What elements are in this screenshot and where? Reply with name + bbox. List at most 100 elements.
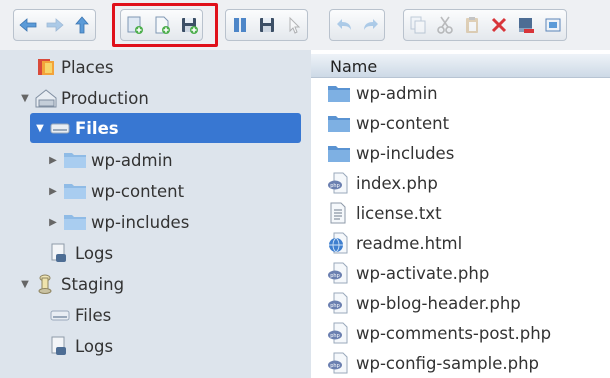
sidebar-item-logs[interactable]: Logs [0,238,311,268]
server-icon [33,87,57,109]
staging-icon [34,273,56,295]
folder-icon [62,149,88,171]
sidebar-item-label: wp-admin [91,150,173,170]
expand-arrow-icon[interactable]: ▶ [48,186,58,197]
redo-button[interactable] [357,10,384,40]
nav-group [13,9,96,41]
sidebar-item-label: Files [75,305,112,325]
properties-button[interactable] [539,10,566,40]
up-icon [74,16,89,34]
sidebar-item-staging-files[interactable]: Files [0,300,311,330]
file-row[interactable]: php wp-config-sample.php [311,348,610,378]
file-row[interactable]: php wp-comments-post.php [311,318,610,348]
text-file-icon [326,201,352,225]
file-list: Name wp-admin wp-content wp-includes php ind… [311,50,610,378]
save-button[interactable] [253,10,280,40]
file-name: wp-includes [356,143,455,163]
file-name: readme.html [356,233,463,253]
expand-arrow-icon[interactable]: ▼ [20,279,30,290]
history-group [329,9,385,41]
cut-button[interactable] [431,10,458,40]
file-name: wp-admin [356,83,438,103]
sidebar-item-label: Files [75,118,119,138]
sidebar-item-label: Logs [75,336,114,356]
back-button[interactable] [14,10,41,40]
sidebar-item-places[interactable]: Places [0,52,311,82]
file-row[interactable]: license.txt [311,198,610,228]
expand-arrow-icon[interactable]: ▼ [20,93,30,104]
paste-icon [465,17,478,33]
disconnect-icon [518,18,534,33]
sidebar-item-label: Production [61,88,149,108]
sidebar-item-wp-content[interactable]: ▶ wp-content [0,176,311,206]
file-row[interactable]: php index.php [311,168,610,198]
file-row[interactable]: wp-includes [311,138,610,168]
select-icon [289,16,300,34]
svg-text:php: php [330,333,340,339]
file-name: index.php [356,173,438,193]
php-file-icon: php [326,321,352,345]
save-icon [259,18,274,32]
file-row[interactable]: php wp-blog-header.php [311,288,610,318]
file-row[interactable]: wp-content [311,108,610,138]
drive-icon [49,304,71,326]
disconnect-button[interactable] [512,10,539,40]
expand-arrow-icon[interactable]: ▼ [35,123,45,134]
folder-icon [326,81,352,105]
sidebar-item-wp-includes[interactable]: ▶ wp-includes [0,207,311,237]
folder-icon [326,141,352,165]
sidebar-item-label: Staging [61,274,125,294]
sidebar-item-production[interactable]: ▼ Production [0,83,311,113]
sidebar-item-label: wp-content [91,181,185,201]
select-button[interactable] [280,10,307,40]
sidebar-item-staging[interactable]: ▼ Staging [0,269,311,299]
delete-button[interactable] [485,10,512,40]
paste-button[interactable] [458,10,485,40]
toolbar [0,0,610,50]
undo-icon [336,19,351,30]
php-file-icon: php [326,171,352,195]
php-file-icon: php [326,261,352,285]
highlight-box [112,3,218,47]
svg-text:php: php [330,363,340,369]
file-name: wp-config-sample.php [356,353,540,373]
copy-button[interactable] [404,10,431,40]
sidebar-item-label: Places [61,57,114,77]
file-row[interactable]: readme.html [311,228,610,258]
undo-button[interactable] [330,10,357,40]
file-name: wp-comments-post.php [356,323,552,343]
file-row[interactable]: wp-admin [311,78,610,108]
properties-icon [545,18,560,32]
forward-icon [46,18,64,32]
back-icon [18,18,36,32]
up-button[interactable] [68,10,95,40]
logs-icon [48,335,70,357]
edit-group [403,9,567,41]
file-name: wp-activate.php [356,263,490,283]
column-header-name[interactable]: Name [311,54,610,78]
forward-button[interactable] [41,10,68,40]
sidebar-item-files[interactable]: ▼ Files [0,113,311,143]
drive-icon [49,117,71,139]
sidebar-item-wp-admin[interactable]: ▶ wp-admin [0,145,311,175]
folder-icon [326,111,352,135]
sidebar-item-label: Logs [75,243,114,263]
file-name: wp-content [356,113,450,133]
expand-arrow-icon[interactable]: ▶ [48,217,58,228]
sidebar-item-staging-logs[interactable]: Logs [0,331,311,361]
places-icon [35,56,57,78]
svg-text:php: php [330,183,340,189]
delete-icon [491,17,506,33]
php-file-icon: php [326,351,352,375]
file-name: license.txt [356,203,442,223]
bookmark-button[interactable] [226,10,253,40]
folder-icon [62,180,88,202]
svg-text:php: php [330,273,340,279]
cut-icon [436,16,453,34]
php-file-icon: php [326,291,352,315]
svg-text:php: php [330,303,340,309]
sidebar: Places ▼ Production ▼ Files ▶ wp-admin ▶… [0,50,311,378]
column-header-label: Name [330,57,378,76]
file-row[interactable]: php wp-activate.php [311,258,610,288]
expand-arrow-icon[interactable]: ▶ [48,155,58,166]
